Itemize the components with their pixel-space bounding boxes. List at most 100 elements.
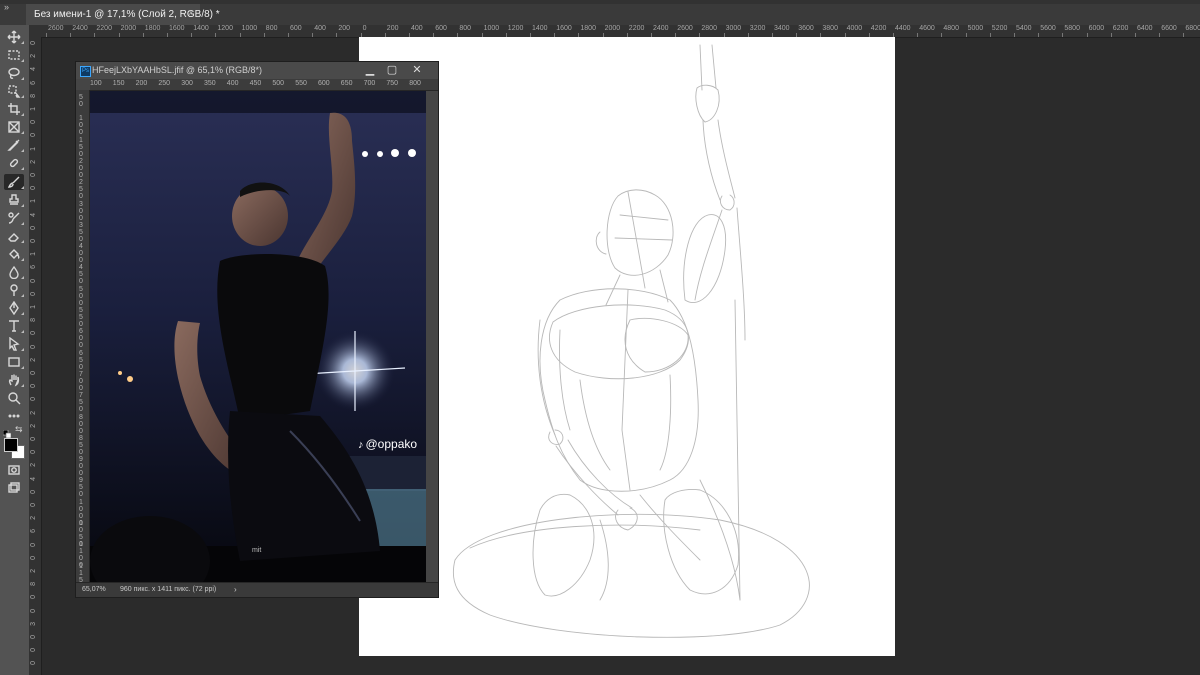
- tool-group-indicator: [21, 312, 24, 315]
- ruler-tick-label: 3800: [822, 25, 838, 32]
- ruler-tick-label: 2: [30, 423, 37, 428]
- type-tool[interactable]: [4, 318, 24, 334]
- default-colors-button[interactable]: [2, 425, 12, 439]
- tiktok-watermark: ♪ @oppako: [358, 437, 417, 451]
- maximize-button[interactable]: ▢: [382, 63, 402, 77]
- ruler-tick-label: 1000: [241, 25, 258, 32]
- tool-group-indicator: [21, 276, 24, 279]
- close-window-button[interactable]: ✕: [407, 63, 427, 77]
- more-tool[interactable]: [4, 408, 24, 424]
- ruler-tick: [1135, 33, 1136, 37]
- ruler-tick-label: 2800: [701, 25, 717, 32]
- document-canvas[interactable]: [359, 37, 895, 656]
- ruler-tick-label: 600: [435, 25, 447, 32]
- reference-window-titlebar[interactable]: Ps HFeejLXbYAAHbSL.jfif @ 65,1% (RGB/8*)…: [76, 62, 438, 79]
- ruler-tick-label: 3600: [798, 25, 814, 32]
- ruler-tick: [167, 33, 168, 37]
- path-select-tool[interactable]: [4, 336, 24, 352]
- reference-ruler-label: 9 0 0: [79, 456, 83, 478]
- bucket-tool[interactable]: [4, 246, 24, 262]
- marquee-tool[interactable]: [4, 47, 24, 63]
- screen-mode-button[interactable]: [4, 480, 24, 496]
- brush-tool[interactable]: [4, 174, 24, 190]
- document-tab-bar: » Без имени-1 @ 17,1% (Слой 2, RGB/8) * …: [0, 2, 1200, 26]
- history-brush-icon: [8, 212, 20, 224]
- reference-window-title: HFeejLXbYAAHbSL.jfif @ 65,1% (RGB/8*): [92, 65, 263, 75]
- tool-group-indicator: [21, 348, 24, 351]
- minimize-button[interactable]: ▁: [360, 63, 380, 77]
- ruler-tick: [1110, 33, 1112, 37]
- document-tab[interactable]: Без имени-1 @ 17,1% (Слой 2, RGB/8) * ×: [26, 4, 220, 25]
- ruler-tick-label: 5600: [1040, 25, 1056, 32]
- reference-ruler-label: 100: [90, 80, 102, 87]
- tool-group-indicator: [21, 186, 24, 189]
- frame-tool[interactable]: [4, 119, 24, 135]
- dodge-tool[interactable]: [4, 282, 24, 298]
- zoom-tool[interactable]: [4, 390, 24, 406]
- object-select-tool[interactable]: [4, 83, 24, 99]
- reference-ruler-label: 150: [112, 80, 125, 87]
- collapse-panels-icon[interactable]: »: [4, 2, 9, 12]
- ruler-tick-label: 0: [30, 503, 37, 507]
- reference-ruler-label: 350: [204, 80, 216, 87]
- reference-status-bar: 65,07% 960 пикс. x 1411 пикс. (72 ppi) ›: [76, 582, 438, 597]
- zoom-level[interactable]: 65,07%: [82, 586, 106, 593]
- ruler-tick-label: 0: [30, 344, 37, 349]
- ruler-tick-label: 1400: [193, 25, 209, 32]
- swap-colors-icon[interactable]: ⇆: [15, 424, 23, 435]
- ruler-tick-label: 1200: [507, 25, 524, 32]
- eraser-tool[interactable]: [4, 228, 24, 244]
- ruler-tick: [94, 33, 96, 37]
- quick-mask-button[interactable]: [4, 462, 24, 478]
- tool-group-indicator: [21, 167, 24, 170]
- ruler-tick-label: 0: [30, 239, 37, 243]
- ruler-tick-label: 1800: [144, 25, 161, 32]
- ruler-tick-label: 1: [30, 305, 37, 309]
- reference-ruler-label: 1 5 0: [79, 136, 83, 158]
- move-tool[interactable]: [4, 29, 24, 45]
- ruler-tick-label: 0: [30, 371, 37, 375]
- blur-tool[interactable]: [4, 264, 24, 280]
- concert-photo: mit: [90, 91, 426, 583]
- ruler-tick-label: 4400: [895, 25, 911, 32]
- reference-image-window[interactable]: Ps HFeejLXbYAAHbSL.jfif @ 65,1% (RGB/8*)…: [75, 61, 439, 598]
- tool-group-indicator: [21, 131, 24, 134]
- ruler-tick-label: 2400: [653, 25, 669, 32]
- pen-tool[interactable]: [4, 300, 24, 316]
- path-select-icon: [9, 337, 20, 351]
- marquee-icon: [8, 50, 20, 60]
- crop-tool[interactable]: [4, 101, 24, 117]
- healing-tool[interactable]: [4, 155, 24, 171]
- ruler-tick-label: 2: [30, 410, 37, 415]
- close-tab-icon[interactable]: ×: [188, 8, 194, 19]
- reference-photo[interactable]: mit ♪ @oppako: [90, 91, 426, 583]
- ruler-tick-label: 200: [386, 25, 399, 32]
- reference-horizontal-ruler[interactable]: 100 150 200 250 300 350 400 450 500 550 600 650 700 7…: [90, 79, 438, 91]
- reference-ruler-label: 8 0 0: [79, 413, 83, 435]
- ruler-tick-label: 8: [30, 93, 37, 98]
- photoshop-doc-icon: Ps: [80, 66, 91, 77]
- blur-icon: [9, 265, 19, 279]
- stamp-tool[interactable]: [4, 192, 24, 208]
- hand-tool[interactable]: [4, 372, 24, 388]
- ruler-tick-label: 0: [30, 186, 37, 191]
- ruler-tick-label: 4800: [943, 25, 959, 32]
- status-menu-arrow-icon[interactable]: ›: [234, 585, 237, 594]
- ruler-tick-label: 0: [30, 397, 37, 402]
- tool-group-indicator: [21, 204, 24, 207]
- reference-ruler-label: 750: [386, 80, 399, 87]
- ruler-tick-label: 600: [290, 25, 302, 32]
- ruler-tick-label: 2: [30, 357, 37, 362]
- lasso-tool[interactable]: [4, 65, 24, 81]
- history-brush-tool[interactable]: [4, 210, 24, 226]
- stamp-icon: [9, 194, 19, 205]
- tool-group-indicator: [21, 149, 24, 152]
- ruler-tick-label: 2600: [677, 25, 693, 32]
- foreground-color-swatch[interactable]: [4, 438, 18, 452]
- rectangle-tool[interactable]: [4, 354, 24, 370]
- ruler-tick-label: 6200: [1112, 25, 1129, 32]
- vertical-ruler[interactable]: 0246810012001400160018002000220024002600…: [29, 37, 42, 675]
- ruler-tick-label: 0: [30, 542, 37, 547]
- reference-vertical-ruler[interactable]: 5 0 1 0 01 5 02 0 02 5 03 0 03 5 04 0 04 …: [76, 90, 90, 591]
- eyedropper-tool[interactable]: [4, 137, 24, 153]
